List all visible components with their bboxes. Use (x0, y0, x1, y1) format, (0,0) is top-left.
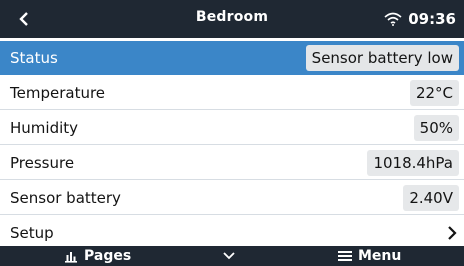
bottom-bar: Pages Menu (0, 246, 464, 266)
list-item-label: Status (10, 48, 58, 67)
status-area: 09:36 (384, 8, 456, 30)
bar-chart-icon (65, 251, 77, 263)
pressure-value: 1018.4hPa (367, 149, 459, 176)
status-value: Sensor battery low (305, 44, 459, 71)
list-item-label: Sensor battery (10, 188, 121, 207)
pages-label: Pages (84, 248, 132, 264)
hamburger-menu-icon (338, 251, 352, 261)
settings-list: Status Sensor battery low Temperature 22… (0, 41, 464, 251)
wifi-icon (384, 12, 402, 26)
list-item-pressure[interactable]: Pressure 1018.4hPa (0, 146, 464, 180)
menu-label: Menu (358, 248, 402, 264)
chevron-right-icon (445, 224, 459, 242)
menu-button[interactable]: Menu (338, 246, 401, 266)
pages-button[interactable]: Pages (64, 246, 131, 266)
scroll-down-button[interactable] (222, 246, 236, 266)
list-item-label: Setup (10, 223, 54, 242)
temperature-value: 22°C (409, 79, 459, 106)
list-item-status[interactable]: Status Sensor battery low (0, 41, 464, 75)
list-item-humidity[interactable]: Humidity 50% (0, 111, 464, 145)
list-item-setup[interactable]: Setup (0, 216, 464, 250)
list-item-label: Temperature (10, 83, 106, 102)
list-item-sensor-battery[interactable]: Sensor battery 2.40V (0, 181, 464, 215)
title-bar: Bedroom 09:36 (0, 0, 464, 38)
sensor-battery-value: 2.40V (403, 184, 459, 211)
clock-time: 09:36 (408, 10, 456, 28)
list-item-label: Humidity (10, 118, 79, 137)
list-item-label: Pressure (10, 153, 75, 172)
humidity-value: 50% (413, 114, 459, 141)
list-item-temperature[interactable]: Temperature 22°C (0, 76, 464, 110)
chevron-down-icon (223, 252, 235, 260)
